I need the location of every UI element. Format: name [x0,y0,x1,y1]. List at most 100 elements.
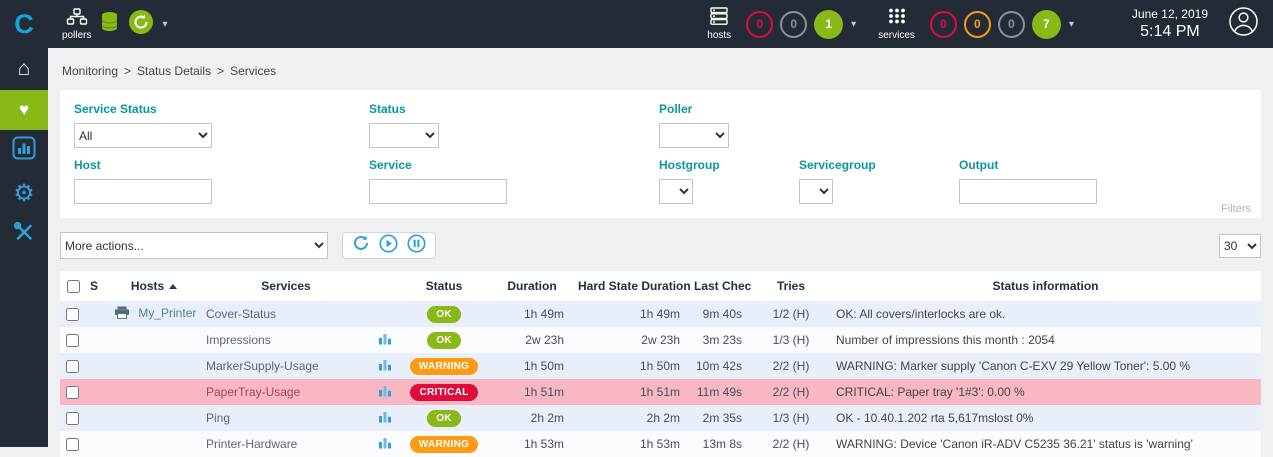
service-input[interactable] [369,179,507,204]
table-row[interactable]: My_Printer Cover-Status OK 1h 49m 1h 49m… [60,301,1261,327]
sidebar-item-configuration[interactable]: ⚙ [0,172,48,214]
counter-badge[interactable]: 0 [746,11,773,38]
header-hard-state-duration[interactable]: Hard State Duration [574,271,690,301]
actions-toolbar: More actions... 30 [60,232,1261,259]
sidebar-item-monitoring[interactable]: ♥ [0,90,48,130]
sync-status-icon[interactable] [128,9,154,40]
breadcrumb-item[interactable]: Status Details [137,64,211,78]
header-tries[interactable]: Tries [752,271,830,301]
last-check-cell: 11m 49s [690,379,752,405]
service-status-label: Service Status [74,102,369,116]
hard-state-duration-cell: 2h 2m [574,405,690,431]
servicegroup-select[interactable] [799,179,833,204]
output-input[interactable] [959,179,1097,204]
counter-badge[interactable]: 7 [1032,10,1061,39]
play-button[interactable] [379,234,398,258]
host-cell [108,353,200,379]
host-input[interactable] [74,179,212,204]
service-link[interactable]: Impressions [206,333,271,347]
pollers-group[interactable]: pollers ▾ [48,8,178,41]
sidebar-item-reporting[interactable] [0,130,48,172]
service-link[interactable]: MarkerSupply-Usage [206,359,319,373]
row-checkbox[interactable] [66,360,79,373]
header-status-information[interactable]: Status information [830,271,1261,301]
header-s[interactable]: S [86,271,108,301]
counter-badge[interactable]: 1 [814,10,843,39]
table-row[interactable]: Ping OK 2h 2m 2h 2m 2m 35s 1/3 (H) OK - … [60,405,1261,431]
services-icon [887,7,907,30]
service-link[interactable]: Cover-Status [206,307,276,321]
pollers-chevron-icon[interactable]: ▾ [162,19,167,30]
counter-badge[interactable]: 0 [930,11,957,38]
s-cell [86,327,108,353]
poller-select[interactable] [659,123,729,148]
counter-badge[interactable]: 0 [964,11,991,38]
row-checkbox[interactable] [66,308,79,321]
sort-ascending-icon [169,284,177,289]
table-row[interactable]: PaperTray-Usage CRITICAL 1h 51m 1h 51m 1… [60,379,1261,405]
tries-cell: 1/3 (H) [752,405,830,431]
service-link[interactable]: Printer-Hardware [206,437,297,451]
service-link[interactable]: Ping [206,411,230,425]
header-last-check[interactable]: Last Check [690,271,752,301]
service-cell: Impressions [200,327,372,353]
status-select[interactable] [369,123,439,148]
graph-cell [372,327,398,353]
row-checkbox[interactable] [66,438,79,451]
service-status-select[interactable]: All [74,123,212,148]
status-information-cell: Number of impressions this month : 2054 [830,327,1261,353]
graph-cell [372,353,398,379]
hosts-chevron-icon[interactable]: ▾ [851,19,856,30]
counter-badge[interactable]: 0 [780,11,807,38]
header-status[interactable]: Status [398,271,490,301]
user-menu-button[interactable] [1228,6,1259,42]
status-label: Status [369,102,659,116]
pause-button[interactable] [407,234,426,258]
sidebar-item-home[interactable]: ⌂ [0,48,48,90]
graph-icon[interactable] [378,438,392,452]
breadcrumb-item[interactable]: Services [230,64,276,78]
tries-cell: 1/2 (H) [752,301,830,327]
database-icon[interactable] [100,11,119,38]
row-checkbox[interactable] [66,334,79,347]
hosts-label: hosts [707,31,731,41]
header-services[interactable]: Services [200,271,372,301]
services-chevron-icon[interactable]: ▾ [1069,19,1074,30]
duration-cell: 1h 50m [490,353,574,379]
service-link[interactable]: PaperTray-Usage [206,385,300,399]
chart-icon [12,136,36,166]
clock: June 12, 2019 5:14 PM [1132,7,1208,42]
graph-icon[interactable] [378,334,392,348]
refresh-button[interactable] [352,234,370,257]
last-check-cell: 2m 35s [690,405,752,431]
status-badge: CRITICAL [410,384,477,401]
counter-badge[interactable]: 0 [998,11,1025,38]
graph-icon[interactable] [378,412,392,426]
table-row[interactable]: Printer-Hardware WARNING 1h 53m 1h 53m 1… [60,431,1261,457]
table-row[interactable]: MarkerSupply-Usage WARNING 1h 50m 1h 50m… [60,353,1261,379]
header-hosts[interactable]: Hosts [108,271,200,301]
filters-panel: Service Status All Status Poller Host Se… [60,90,1261,218]
host-cell [108,327,200,353]
breadcrumb-item[interactable]: Monitoring [62,64,118,78]
graph-icon[interactable] [378,386,392,400]
select-all-checkbox[interactable] [67,280,80,293]
table-row[interactable]: Impressions OK 2w 23h 2w 23h 3m 23s 1/3 … [60,327,1261,353]
header-duration[interactable]: Duration [490,271,574,301]
centreon-logo[interactable]: C [0,0,48,48]
row-checkbox[interactable] [66,386,79,399]
status-cell: WARNING [398,431,490,457]
graph-cell [372,301,398,327]
host-link[interactable]: My_Printer [138,306,196,320]
graph-icon[interactable] [378,360,392,374]
header-graph-spacer [372,271,398,301]
row-checkbox[interactable] [66,412,79,425]
hard-state-duration-cell: 1h 49m [574,301,690,327]
sidebar-item-administration[interactable] [0,214,48,256]
status-information-cell: WARNING: Device 'Canon iR-ADV C5235 36.2… [830,431,1261,457]
hard-state-duration-cell: 1h 50m [574,353,690,379]
hostgroup-select[interactable] [659,179,693,204]
per-page-select[interactable]: 30 [1219,234,1261,258]
more-actions-select[interactable]: More actions... [60,232,328,259]
host-cell: My_Printer [108,301,200,327]
